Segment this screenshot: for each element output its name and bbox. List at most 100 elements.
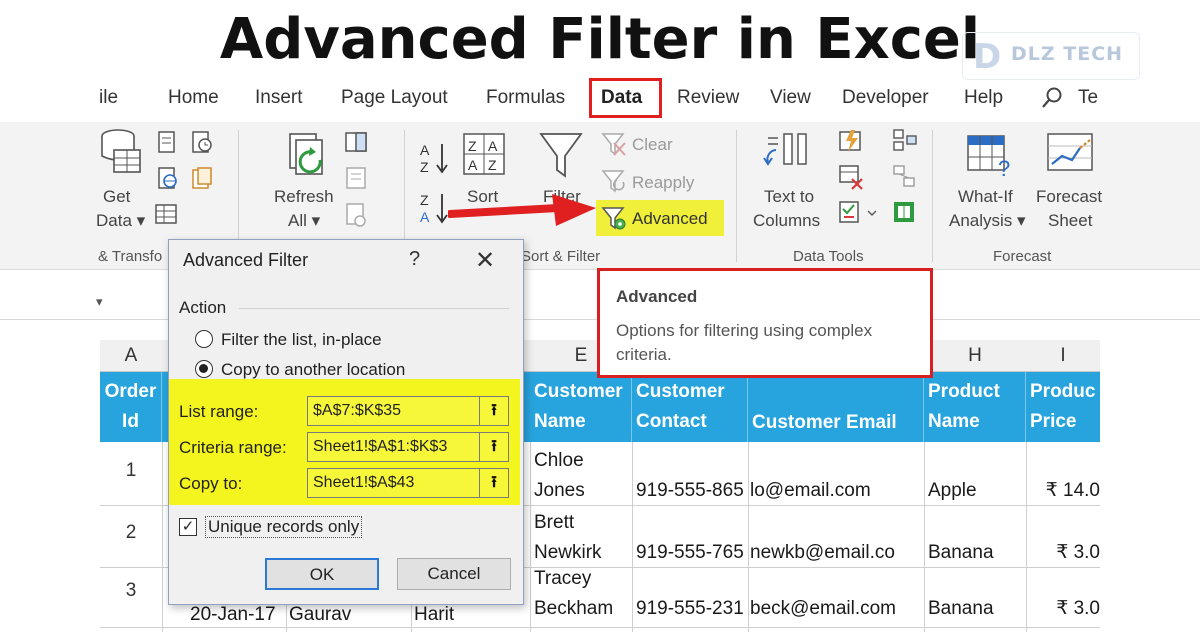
cell-product-name[interactable]: Banana	[928, 594, 994, 624]
radio-copy-to-location[interactable]	[195, 360, 213, 378]
group-get-transform: & Transfo	[98, 248, 163, 265]
cell-product-name[interactable]: Banana	[928, 538, 994, 568]
ok-button[interactable]: OK	[265, 558, 379, 590]
option-copy-to-location-label[interactable]: Copy to another location	[221, 360, 405, 380]
cell-customer-last-name[interactable]: Beckham	[534, 594, 613, 624]
filter-funnel-icon[interactable]	[538, 130, 584, 187]
svg-text:Z: Z	[420, 159, 429, 175]
cell-customer-email[interactable]: lo@email.com	[750, 476, 922, 506]
group-divider	[239, 308, 509, 309]
sort-a-to-z-icon[interactable]: AZ	[418, 140, 450, 181]
what-if-analysis-icon[interactable]: ?	[966, 132, 1016, 185]
list-range-input[interactable]: $A$7:$K$35	[307, 396, 483, 426]
reapply-button[interactable]: Reapply	[632, 172, 694, 194]
existing-connections-icon[interactable]	[190, 166, 214, 195]
menu-home[interactable]: Home	[168, 84, 219, 112]
refresh-all-label[interactable]: Refresh	[274, 186, 334, 208]
header-order-id: Order Id	[100, 372, 162, 442]
criteria-range-input[interactable]: Sheet1!$A$1:$K$3	[307, 432, 483, 462]
get-data-dropdown[interactable]: Data ▾	[96, 210, 145, 232]
reapply-filter-icon[interactable]	[601, 168, 627, 199]
sort-z-to-a-icon[interactable]: ZA	[418, 190, 450, 231]
menu-formulas[interactable]: Formulas	[486, 84, 565, 112]
cell-customer-contact[interactable]: 919-555-231	[636, 594, 748, 624]
option-filter-in-place-label[interactable]: Filter the list, in-place	[221, 330, 382, 350]
copy-to-collapse-icon[interactable]: ⭱	[479, 468, 509, 498]
refresh-all-dropdown[interactable]: All ▾	[288, 210, 320, 232]
search-icon[interactable]	[1040, 86, 1064, 115]
cell-customer-contact[interactable]: 919-555-765	[636, 538, 748, 568]
from-table-icon[interactable]	[154, 202, 178, 231]
menu-developer[interactable]: Developer	[842, 84, 929, 112]
what-if-label[interactable]: What-If	[958, 186, 1013, 208]
relationships-icon[interactable]	[892, 164, 918, 195]
row-number[interactable]: 1	[100, 460, 162, 482]
cell-product-name[interactable]: Apple	[928, 476, 977, 506]
tooltip-title: Advanced	[616, 287, 698, 306]
manage-data-model-icon[interactable]	[892, 200, 918, 231]
column-header-h[interactable]: H	[924, 340, 1026, 372]
cell-customer-contact[interactable]: 919-555-865	[636, 476, 748, 506]
close-button[interactable]: ✕	[475, 246, 495, 275]
unique-records-checkbox[interactable]: ✓	[179, 518, 197, 536]
refresh-all-icon[interactable]	[286, 132, 334, 187]
flash-fill-icon[interactable]	[838, 128, 864, 159]
criteria-range-collapse-icon[interactable]: ⭱	[479, 432, 509, 462]
edit-links-icon[interactable]	[344, 202, 368, 233]
cell-customer-last-name[interactable]: Jones	[534, 476, 585, 506]
text-to-columns-icon[interactable]	[762, 132, 816, 187]
queries-connections-icon[interactable]	[344, 130, 368, 159]
forecast-sheet-label[interactable]: Forecast	[1036, 186, 1102, 208]
menu-tell-me[interactable]: Te	[1078, 84, 1098, 112]
cell-product-price[interactable]: ₹ 3.0	[1030, 594, 1100, 624]
cell-customer-first-name[interactable]: Brett	[534, 508, 574, 538]
row-number[interactable]: 3	[100, 580, 162, 602]
menu-view[interactable]: View	[770, 84, 811, 112]
sort-dialog-icon[interactable]: ZAAZ	[462, 132, 506, 181]
text-to-columns-label-2[interactable]: Columns	[753, 210, 820, 232]
remove-duplicates-icon[interactable]	[838, 164, 864, 195]
column-header-i[interactable]: I	[1026, 340, 1100, 372]
from-text-icon[interactable]	[156, 130, 178, 159]
unique-records-label[interactable]: Unique records only	[205, 516, 363, 538]
forecast-sheet-label-2[interactable]: Sheet	[1048, 210, 1092, 232]
menu-review[interactable]: Review	[677, 84, 739, 112]
from-web-icon[interactable]	[156, 166, 180, 195]
svg-text:?: ?	[998, 156, 1010, 180]
cell-customer-first-name[interactable]: Tracey	[534, 564, 591, 594]
cell-customer-email[interactable]: newkb@email.co	[750, 538, 922, 568]
data-validation-icon[interactable]	[838, 200, 878, 231]
row-number[interactable]: 2	[100, 522, 162, 544]
column-header-a[interactable]: A	[100, 340, 162, 372]
copy-to-input[interactable]: Sheet1!$A$43	[307, 468, 483, 498]
what-if-dropdown[interactable]: Analysis ▾	[949, 210, 1026, 232]
cell-product-price[interactable]: ₹ 14.0	[1030, 476, 1100, 506]
radio-filter-in-place[interactable]	[195, 330, 213, 348]
database-icon	[100, 128, 142, 187]
menu-insert[interactable]: Insert	[255, 84, 303, 112]
advanced-filter-icon[interactable]	[601, 205, 627, 236]
list-range-collapse-icon[interactable]: ⭱	[479, 396, 509, 426]
advanced-button[interactable]: Advanced	[632, 208, 708, 230]
name-box-dropdown[interactable]: ▾	[96, 294, 103, 310]
text-to-columns-label[interactable]: Text to	[764, 186, 814, 208]
get-data-label[interactable]: Get	[103, 186, 130, 208]
ribbon-separator	[736, 130, 737, 262]
properties-icon[interactable]	[344, 166, 368, 195]
menu-help[interactable]: Help	[964, 84, 1003, 112]
consolidate-icon[interactable]	[892, 128, 918, 159]
cell-product-price[interactable]: ₹ 3.0	[1030, 538, 1100, 568]
menu-file[interactable]: ile	[99, 84, 118, 112]
dialog-title: Advanced Filter	[183, 250, 309, 270]
header-customer-contact: Customer Contact	[632, 372, 748, 442]
clear-button[interactable]: Clear	[632, 134, 673, 156]
cell-customer-first-name[interactable]: Chloe	[534, 446, 584, 476]
clear-filter-icon[interactable]	[601, 131, 627, 162]
recent-sources-icon[interactable]	[190, 130, 214, 159]
cell-customer-email[interactable]: beck@email.com	[750, 594, 922, 624]
cancel-button[interactable]: Cancel	[397, 558, 511, 590]
menu-page-layout[interactable]: Page Layout	[341, 84, 448, 112]
header-customer-name: Customer Name	[530, 372, 632, 442]
forecast-sheet-icon[interactable]	[1046, 132, 1096, 181]
help-button[interactable]: ?	[409, 248, 420, 271]
